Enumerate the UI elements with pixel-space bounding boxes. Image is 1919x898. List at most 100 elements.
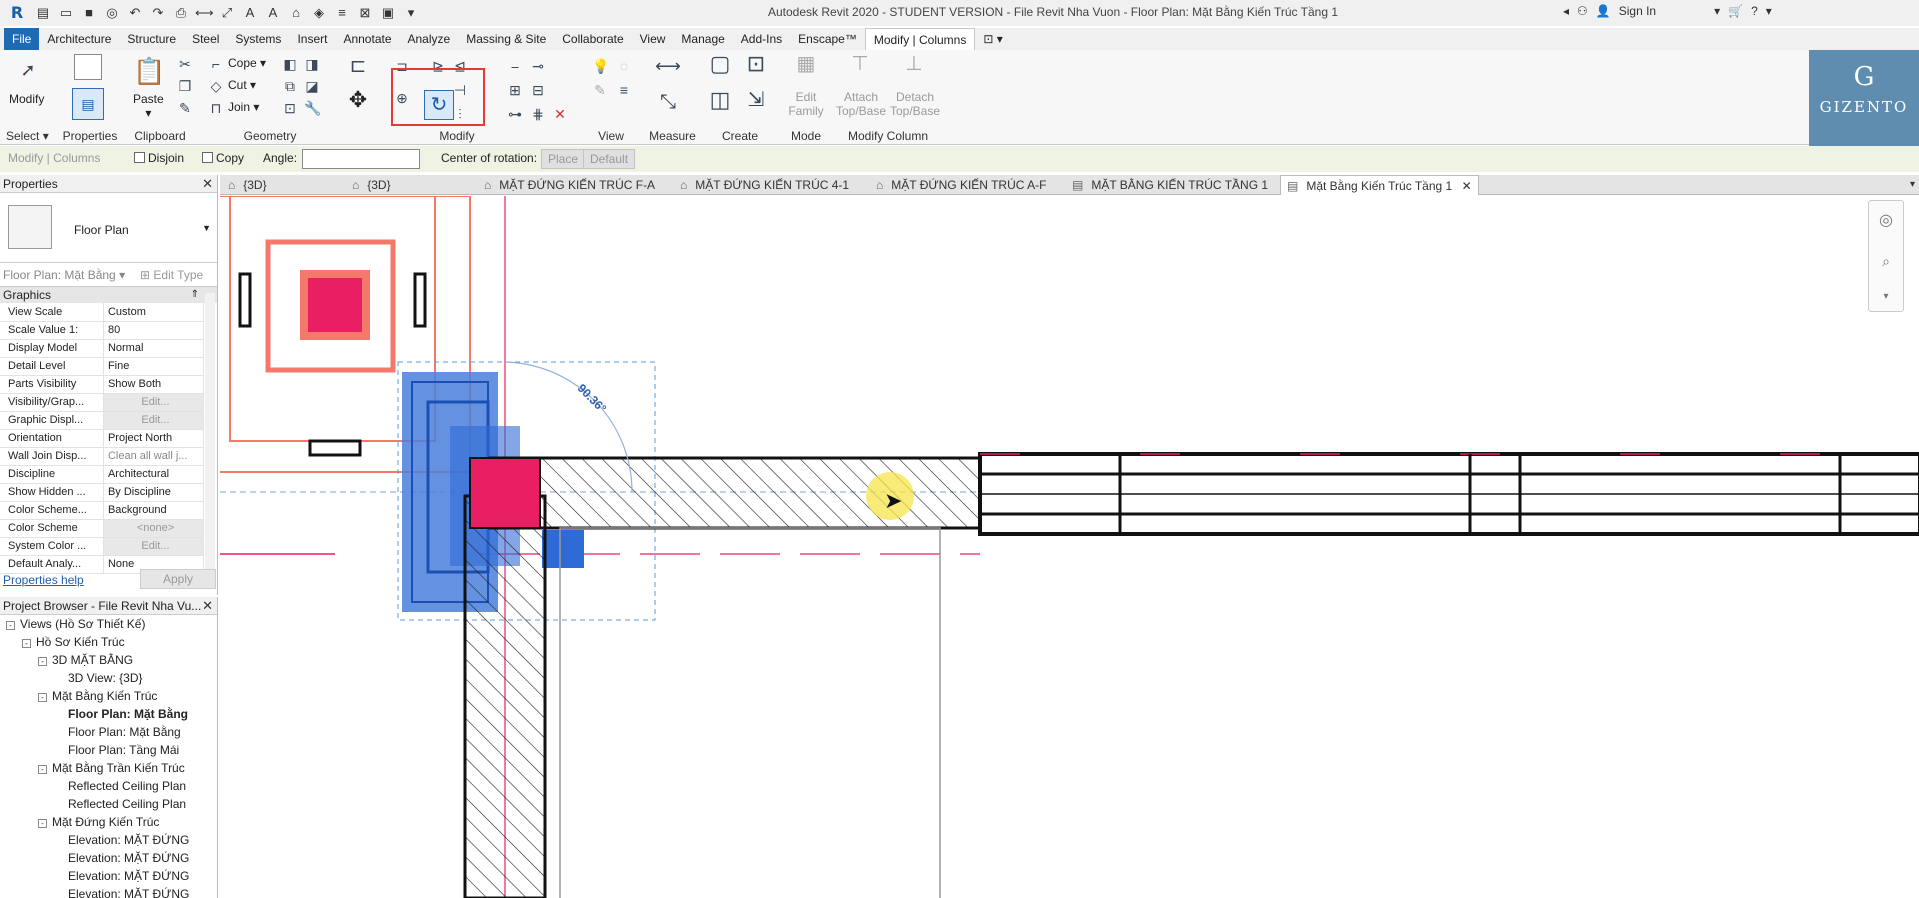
sync-icon[interactable]: ◎	[103, 4, 121, 22]
pin-icon[interactable]: ⊟	[530, 82, 546, 98]
default-3d-icon[interactable]: ⌂	[287, 4, 305, 22]
drawing-canvas[interactable]: 90.36° ➤	[220, 196, 1919, 898]
property-row[interactable]: Show Hidden ... By Discipline	[0, 483, 205, 502]
tab-modify-columns[interactable]: Modify | Columns	[864, 28, 976, 50]
create-group-icon[interactable]: ⊡	[742, 53, 770, 82]
cart-icon[interactable]: 🛒	[1728, 4, 1743, 18]
linework-icon[interactable]: ✎	[592, 82, 608, 98]
browser-tree-item[interactable]: Elevation: MẶT ĐỨNG	[54, 887, 189, 898]
collapse-toggle-icon[interactable]: -	[38, 765, 47, 774]
type-properties-icon[interactable]	[74, 54, 102, 80]
join-button[interactable]: Join ▾	[228, 100, 259, 114]
chevron-down-icon[interactable]: ▼	[202, 223, 211, 233]
collapse-toggle-icon[interactable]: -	[38, 693, 47, 702]
property-value[interactable]: By Discipline	[103, 483, 205, 502]
property-value[interactable]: Architectural	[103, 465, 205, 484]
property-value[interactable]: Show Both	[103, 375, 205, 394]
create-parts-icon[interactable]: ▢	[706, 53, 734, 82]
tab-massing-site[interactable]: Massing & Site	[458, 28, 554, 50]
dimension-icon[interactable]: ⤢	[218, 4, 236, 22]
property-row[interactable]: System Color ... Edit...	[0, 537, 205, 556]
property-row[interactable]: Color Scheme... Background	[0, 501, 205, 520]
steering-wheel-icon[interactable]: ◎	[1878, 213, 1894, 229]
edit-family-button[interactable]: Edit Family	[786, 90, 826, 118]
copy-checkbox[interactable]: Copy	[202, 151, 244, 165]
tab-insert[interactable]: Insert	[289, 28, 335, 50]
tag-icon[interactable]: A	[241, 4, 259, 22]
browser-tree-item[interactable]: Elevation: MẶT ĐỨNG	[54, 833, 189, 847]
revit-logo-icon[interactable]: R	[5, 4, 29, 22]
delete-icon[interactable]: ✕	[552, 106, 568, 122]
tab-enscape[interactable]: Enscape™	[790, 28, 865, 50]
sign-in-link[interactable]: Sign In	[1619, 4, 1656, 18]
tab-analyze[interactable]: Analyze	[400, 28, 459, 50]
tab-structure[interactable]: Structure	[119, 28, 184, 50]
property-value[interactable]: Fine	[103, 357, 205, 376]
copy-icon[interactable]: ❐	[177, 78, 193, 94]
paste-button[interactable]: Paste ▾	[133, 92, 164, 120]
angle-input[interactable]	[302, 149, 420, 169]
browser-tree-item[interactable]: Elevation: MẶT ĐỨNG	[54, 869, 189, 883]
zoom-icon[interactable]: ⌕	[1878, 253, 1894, 269]
property-value[interactable]: 80	[103, 321, 205, 340]
floor-plan-drawing[interactable]: 90.36° ➤	[220, 196, 1919, 898]
wall-paint-icon[interactable]: 🔧	[304, 100, 321, 116]
apply-button[interactable]: Apply	[140, 569, 216, 589]
view-tab-3d-b[interactable]: ⌂ {3D}	[352, 175, 391, 195]
text-icon[interactable]: A	[264, 4, 282, 22]
edit-type-button[interactable]: ⊞ Edit Type	[140, 268, 203, 282]
properties-help-link[interactable]: Properties help	[3, 573, 84, 587]
open-icon[interactable]: ▤	[34, 4, 52, 22]
binoculars-icon[interactable]: ⚇	[1577, 4, 1588, 18]
tab-steel[interactable]: Steel	[184, 28, 227, 50]
aligned-dimension-icon[interactable]: ⤡	[651, 92, 685, 112]
thin-lines-icon[interactable]: ≡	[333, 4, 351, 22]
view-filter-icon[interactable]: ≡	[616, 82, 632, 98]
tab-annotate[interactable]: Annotate	[335, 28, 399, 50]
redo-icon[interactable]: ↷	[149, 4, 167, 22]
measure-icon[interactable]: ⟷	[195, 4, 214, 22]
browser-tree-item[interactable]: Floor Plan: Tầng Mái	[54, 743, 179, 757]
property-value[interactable]: Normal	[103, 339, 205, 358]
property-row[interactable]: Parts Visibility Show Both	[0, 375, 205, 394]
browser-tree-item[interactable]: - Mặt Đứng Kiến Trúc	[38, 815, 159, 829]
property-row[interactable]: View Scale Custom	[0, 303, 205, 322]
property-row[interactable]: Orientation Project North	[0, 429, 205, 448]
view-tab-elevation-a-f[interactable]: ⌂ MẶT ĐỨNG KIẾN TRÚC A-F	[876, 175, 1046, 195]
rotate-button[interactable]: ↻	[424, 90, 454, 120]
tab-view[interactable]: View	[632, 28, 674, 50]
browser-tree-item[interactable]: - Mặt Bằng Trần Kiến Trúc	[38, 761, 185, 775]
attach-top-base-button[interactable]: Attach Top/Base	[834, 90, 888, 118]
property-row[interactable]: Scale Value 1: 80	[0, 321, 205, 340]
tabs-overflow-icon[interactable]: ▾	[1910, 175, 1915, 195]
beam-join-icon[interactable]: ⊡	[282, 100, 298, 116]
match-properties-icon[interactable]: ✎	[177, 100, 193, 116]
split-gap-icon[interactable]: ⊸	[530, 58, 546, 74]
paste-icon[interactable]: 📋	[133, 54, 165, 88]
browser-tree-item[interactable]: - Hồ Sơ Kiến Trúc	[22, 635, 125, 649]
back-arrow-icon[interactable]: ◂	[1563, 4, 1569, 18]
properties-toggle-icon[interactable]: ▤	[72, 88, 104, 120]
undo-icon[interactable]: ↶	[126, 4, 144, 22]
view-tab-3d-a[interactable]: ⌂ {3D}	[228, 175, 267, 195]
view-tab-floor-plan-upper[interactable]: ▤ MẶT BẰNG KIẾN TRÚC TẦNG 1	[1072, 175, 1268, 195]
browser-tree-item[interactable]: Elevation: MẶT ĐỨNG	[54, 851, 189, 865]
place-button[interactable]: Place	[541, 149, 586, 169]
split-face-icon[interactable]: ◨	[304, 56, 320, 72]
customize-qat-icon[interactable]: ▾	[402, 4, 420, 22]
browser-tree-item[interactable]: Floor Plan: Mặt Bằng	[54, 707, 188, 721]
close-icon[interactable]: ✕	[202, 175, 213, 193]
cut-button[interactable]: Cut ▾	[228, 78, 256, 92]
tab-add-ins[interactable]: Add-Ins	[733, 28, 790, 50]
property-value[interactable]: Background	[103, 501, 205, 520]
view-tab-elevation-4-1[interactable]: ⌂ MẶT ĐỨNG KIẾN TRÚC 4-1	[680, 175, 849, 195]
browser-tree-item[interactable]: -3D MẶT BẰNG	[38, 653, 133, 667]
tab-collaborate[interactable]: Collaborate	[554, 28, 631, 50]
property-row[interactable]: Wall Join Disp... Clean all wall j...	[0, 447, 205, 466]
file-tab[interactable]: File	[4, 28, 40, 50]
tab-manage[interactable]: Manage	[673, 28, 732, 50]
demolish-icon[interactable]: ⧉	[282, 78, 298, 94]
wall-joins-icon[interactable]: ◧	[282, 56, 298, 72]
print-icon[interactable]: ⎙	[172, 4, 190, 22]
align-icon[interactable]: ⊏	[346, 56, 370, 82]
